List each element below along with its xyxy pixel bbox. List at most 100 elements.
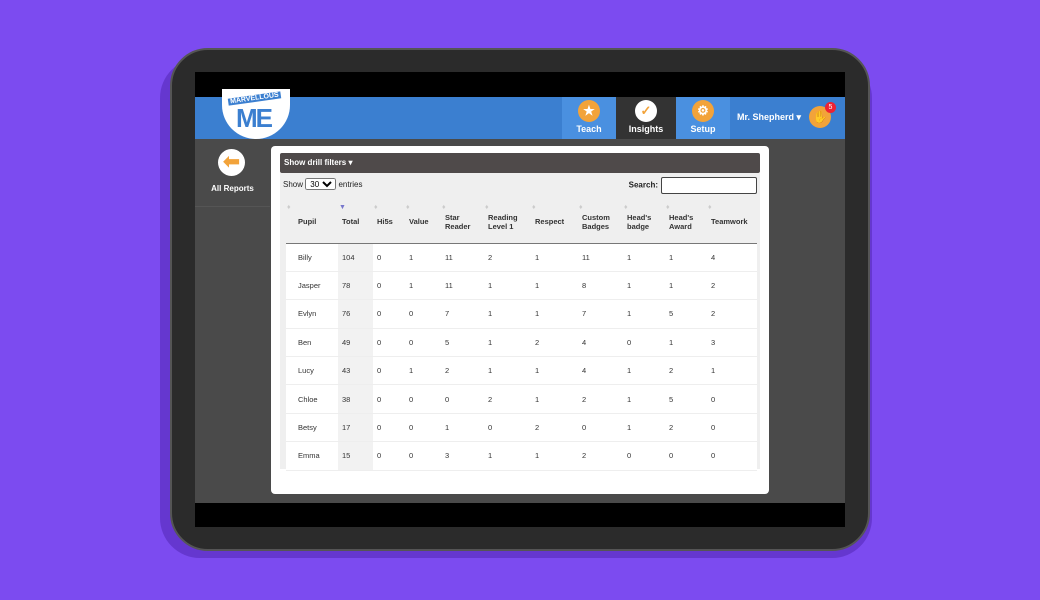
table-cell: 4 <box>707 243 757 272</box>
table-cell: 7 <box>441 299 484 329</box>
table-cell: 1 <box>707 356 757 386</box>
user-menu[interactable]: Mr. Shepherd ▾ <box>737 112 801 123</box>
table-cell: 76 <box>338 299 373 329</box>
table-cell: 1 <box>405 243 441 272</box>
table-cell: 0 <box>373 413 405 443</box>
column-header[interactable]: Star Reader <box>441 201 484 244</box>
column-header[interactable]: Respect <box>531 201 578 244</box>
screen-bottom-bar <box>195 503 845 527</box>
table-cell: 0 <box>441 384 484 414</box>
table-cell: 0 <box>707 413 757 443</box>
column-header[interactable]: Total <box>338 201 373 244</box>
table-cell: 1 <box>623 384 665 414</box>
table-cell: 0 <box>405 299 441 329</box>
table-cell: Emma <box>286 441 338 471</box>
column-header[interactable]: Hi5s <box>373 201 405 244</box>
column-header[interactable]: Custom Badges <box>578 201 623 244</box>
check-icon: ✓ <box>635 100 657 122</box>
table-cell: 1 <box>484 356 531 386</box>
table-cell: 1 <box>531 356 578 386</box>
table-cell: 0 <box>373 384 405 414</box>
main-content: ⬅ All Reports Show drill filters ▾ Show … <box>195 139 845 503</box>
table-cell: 1 <box>405 271 441 301</box>
table-cell: 1 <box>484 441 531 471</box>
table-cell: 1 <box>665 271 707 301</box>
table-cell: Ben <box>286 328 338 358</box>
entries-select[interactable]: 30 <box>305 178 337 190</box>
table-cell: 4 <box>578 328 623 358</box>
table-cell: 43 <box>338 356 373 386</box>
column-header[interactable]: Head's badge <box>623 201 665 244</box>
column-header[interactable]: Head's Award <box>665 201 707 244</box>
table-cell: 0 <box>373 441 405 471</box>
table-cell: 2 <box>707 299 757 329</box>
table-cell: 2 <box>665 356 707 386</box>
entries-label: entries <box>338 180 363 189</box>
show-label: Show <box>283 180 304 189</box>
table-cell: 0 <box>405 413 441 443</box>
table-cell: Billy <box>286 243 338 272</box>
table-cell: 0 <box>707 441 757 471</box>
table-row[interactable]: Jasper 78 0 1 11 1 1 8 1 1 2 <box>286 271 757 301</box>
table-cell: 0 <box>707 384 757 414</box>
table-cell: 2 <box>578 441 623 471</box>
column-header[interactable]: Reading Level 1 <box>484 201 531 244</box>
table-cell: 0 <box>373 356 405 386</box>
search-input[interactable] <box>661 177 757 194</box>
table-cell: 1 <box>665 243 707 272</box>
nav-teach[interactable]: ★ Teach <box>562 97 616 139</box>
table-cell: 2 <box>665 413 707 443</box>
table-cell: 1 <box>623 243 665 272</box>
nav-insights[interactable]: ✓ Insights <box>616 97 676 139</box>
table-cell: 0 <box>373 328 405 358</box>
table-cell: 2 <box>441 356 484 386</box>
table-row[interactable]: Chloe 38 0 0 0 2 1 2 1 5 0 <box>286 384 757 414</box>
table-cell: Chloe <box>286 384 338 414</box>
table-cell: 15 <box>338 441 373 471</box>
table-cell: Betsy <box>286 413 338 443</box>
table-cell: 2 <box>484 384 531 414</box>
marvellous-me-logo[interactable]: MARVELLOUS ME <box>222 89 290 139</box>
table-cell: 1 <box>531 299 578 329</box>
table-cell: 1 <box>405 356 441 386</box>
table-row[interactable]: Ben 49 0 0 5 1 2 4 0 1 3 <box>286 328 757 358</box>
sidebar-label: All Reports <box>211 184 254 193</box>
table-cell: 11 <box>441 243 484 272</box>
logo-main: ME <box>236 103 273 133</box>
table-cell: 1 <box>441 413 484 443</box>
table-cell: 0 <box>665 441 707 471</box>
table-row[interactable]: Lucy 43 0 1 2 1 1 4 1 2 1 <box>286 356 757 386</box>
app-header: MARVELLOUS ME ★ Teach ✓ Insights ⚙ Setup… <box>195 89 845 139</box>
table-cell: Evlyn <box>286 299 338 329</box>
report-table-wrapper: Show 30 entries Search: PupilTotalHi5sVa… <box>280 173 760 471</box>
table-row[interactable]: Emma 15 0 0 3 1 1 2 0 0 0 <box>286 441 757 471</box>
star-icon: ★ <box>578 100 600 122</box>
table-cell: 1 <box>623 271 665 301</box>
table-cell: 11 <box>578 243 623 272</box>
table-cell: 0 <box>623 441 665 471</box>
table-row[interactable]: Betsy 17 0 0 1 0 2 0 1 2 0 <box>286 413 757 443</box>
table-cell: 1 <box>531 271 578 301</box>
nav-setup[interactable]: ⚙ Setup <box>676 97 730 139</box>
table-cell: 1 <box>623 299 665 329</box>
table-cell: 11 <box>441 271 484 301</box>
table-cell: 104 <box>338 243 373 272</box>
table-cell: 1 <box>623 413 665 443</box>
drill-filters-toggle[interactable]: Show drill filters ▾ <box>280 153 760 173</box>
table-row[interactable]: Billy 104 0 1 11 2 1 11 1 1 4 <box>286 243 757 272</box>
back-arrow-icon: ⬅ <box>218 149 245 176</box>
column-header[interactable]: Teamwork <box>707 201 757 244</box>
table-cell: 2 <box>531 328 578 358</box>
nav-label: Insights <box>628 124 664 134</box>
table-cell: 0 <box>373 299 405 329</box>
table-cell: 38 <box>338 384 373 414</box>
table-cell: 1 <box>623 356 665 386</box>
sidebar-item-all-reports[interactable]: ⬅ All Reports <box>195 139 270 207</box>
table-row[interactable]: Evlyn 76 0 0 7 1 1 7 1 5 2 <box>286 299 757 329</box>
column-header[interactable]: Value <box>405 201 441 244</box>
table-cell: 49 <box>338 328 373 358</box>
table-cell: 5 <box>665 299 707 329</box>
notification-badge: 5 <box>825 102 836 113</box>
column-header[interactable]: Pupil <box>286 201 338 244</box>
table-cell: 5 <box>441 328 484 358</box>
